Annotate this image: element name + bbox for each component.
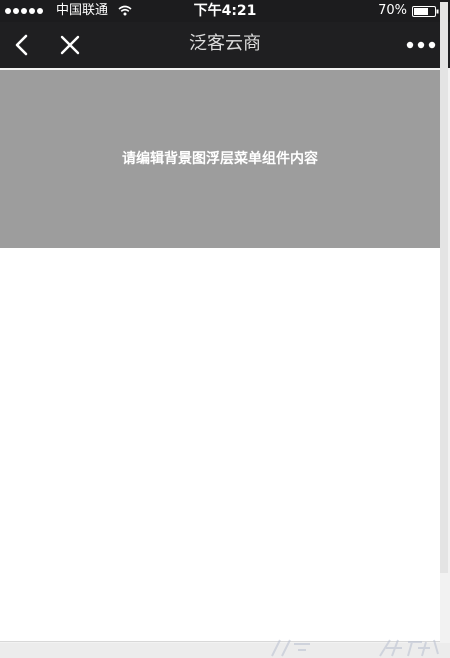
more-dots-icon — [406, 41, 436, 49]
chevron-left-icon — [15, 34, 28, 56]
status-bar: 中国联通 下午4:21 70% — [0, 0, 450, 22]
battery-percent: 70% — [378, 3, 407, 18]
battery-icon — [412, 6, 439, 17]
webview: 请编辑背景图浮层菜单组件内容 — [0, 68, 450, 643]
close-button[interactable] — [52, 22, 88, 68]
page-content[interactable]: 请编辑背景图浮层菜单组件内容 — [0, 70, 440, 642]
watermark-logo — [271, 639, 439, 657]
background-image-layer[interactable]: 请编辑背景图浮层菜单组件内容 — [0, 70, 440, 248]
back-button[interactable] — [4, 22, 40, 68]
nav-bar: 泛客云商 — [0, 22, 450, 68]
scrollbar[interactable] — [440, 2, 448, 573]
more-button[interactable] — [396, 22, 446, 68]
banner-text: 请编辑背景图浮层菜单组件内容 — [122, 151, 318, 167]
close-icon — [60, 35, 80, 55]
